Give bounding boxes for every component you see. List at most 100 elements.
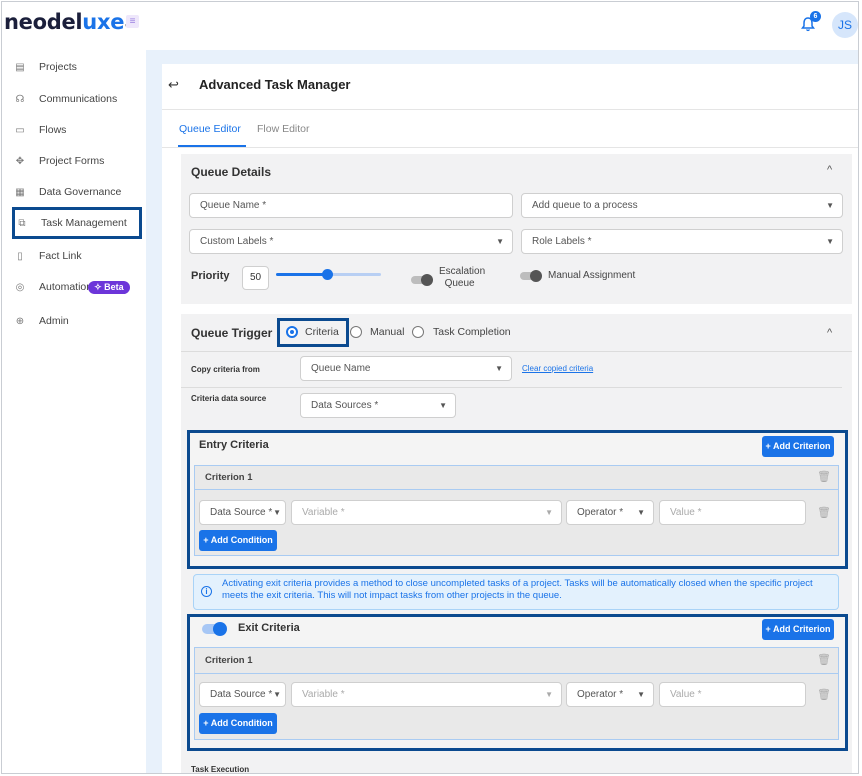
priority-label: Priority [191,270,230,282]
criteria-data-source-label: Criteria data source [191,394,267,403]
condition-value-input[interactable]: Value * [659,682,806,707]
page-title: Advanced Task Manager [199,77,351,92]
add-criterion-button[interactable]: + Add Criterion [762,436,834,457]
tab-queue-editor[interactable]: Queue Editor [179,123,241,135]
trash-icon[interactable]: 🗑 [817,470,831,483]
dropdown-arrow-icon: ▼ [545,690,553,699]
clear-copied-criteria-link[interactable]: Clear copied criteria [522,364,593,373]
exit-criteria-title: Exit Criteria [238,622,300,634]
sidebar-item-project-forms[interactable]: ✥ Project Forms [14,151,105,171]
copy-criteria-placeholder: Queue Name [311,363,371,374]
criterion-header: Criterion 1 [194,465,839,490]
add-criterion-button[interactable]: + Add Criterion [762,619,834,640]
condition-variable-select[interactable]: Variable * ▼ [291,682,562,707]
variable-placeholder: Variable * [302,507,345,518]
condition-value-input[interactable]: Value * [659,500,806,525]
sidebar-item-admin[interactable]: ⊕ Admin [14,311,69,331]
dropdown-arrow-icon: ▼ [273,508,281,517]
divider [162,109,858,110]
dropdown-arrow-icon: ▼ [495,364,503,373]
criterion-title: Criterion 1 [205,655,253,666]
priority-slider-thumb[interactable] [322,269,333,280]
app-window: neodeluxe™ ≡ 6 JS ▤ Projects ☊ Communica… [1,1,859,774]
queue-name-input[interactable]: Queue Name * [189,193,513,218]
sidebar-item-projects[interactable]: ▤ Projects [14,57,77,77]
data-source-placeholder: Data Source * [210,689,273,700]
logo-accent-text: uxe [82,10,125,34]
condition-operator-select[interactable]: Operator * ▼ [566,682,654,707]
chevron-up-icon[interactable]: ^ [827,327,832,339]
condition-data-source-select[interactable]: Data Source * ▼ [199,500,286,525]
add-condition-button[interactable]: + Add Condition [199,713,277,734]
task-execution-label: Task Execution [191,765,250,774]
dropdown-arrow-icon: ▼ [496,237,504,246]
custom-labels-select[interactable]: Custom Labels * ▼ [189,229,513,254]
logo-text: neodel [4,10,83,34]
radio-task-completion-label: Task Completion [433,326,511,338]
condition-data-source-select[interactable]: Data Source * ▼ [199,682,286,707]
dropdown-arrow-icon: ▼ [637,508,645,517]
avatar[interactable]: JS [832,12,858,38]
toggle-knob [213,622,227,636]
trash-icon[interactable]: 🗑 [817,653,831,666]
trash-icon[interactable]: 🗑 [817,688,831,701]
sidebar-item-fact-link[interactable]: ▯ Fact Link [14,246,82,266]
trash-icon[interactable]: 🗑 [817,506,831,519]
process-select[interactable]: Add queue to a process ▼ [521,193,843,218]
exit-criteria-toggle[interactable] [202,622,227,636]
clipboard-icon: ▤ [15,61,25,73]
data-source-select[interactable]: Data Sources * ▼ [300,393,456,418]
value-placeholder: Value * [670,689,702,700]
sidebar-item-communications[interactable]: ☊ Communications [14,89,118,109]
divider [162,147,858,148]
sidebar-item-label: Communications [39,93,118,105]
sidebar-item-label: Fact Link [39,250,82,262]
chevron-up-icon[interactable]: ^ [827,164,832,176]
dropdown-arrow-icon: ▼ [545,508,553,517]
notification-badge: 6 [810,11,821,22]
priority-slider-fill [276,273,328,276]
priority-value-input[interactable]: 50 [242,266,269,290]
info-icon: i [201,586,212,597]
top-bar: neodeluxe™ ≡ 6 JS [2,2,858,44]
tab-flow-editor[interactable]: Flow Editor [257,123,310,135]
priority-slider-track[interactable] [328,273,381,276]
add-condition-button[interactable]: + Add Condition [199,530,277,551]
operator-placeholder: Operator * [577,689,624,700]
sidebar-item-label: Task Management [41,217,127,229]
criterion-header: Criterion 1 [194,647,839,674]
back-arrow-icon[interactable]: ↩ [168,77,179,93]
operator-placeholder: Operator * [577,507,624,518]
radio-criteria-label: Criteria [305,326,339,338]
sidebar-item-automation[interactable]: ◎ Automation ✧ Beta [14,277,130,297]
escalation-queue-toggle[interactable] [411,274,433,286]
radio-task-completion[interactable] [412,326,424,338]
forms-icon: ✥ [15,155,25,167]
role-labels-select[interactable]: Role Labels * ▼ [521,229,843,254]
radio-criteria[interactable] [286,326,298,338]
info-message-text: Activating exit criteria provides a meth… [222,578,813,601]
logo: neodeluxe™ [4,10,130,34]
queue-details-title: Queue Details [191,165,272,179]
condition-variable-select[interactable]: Variable * ▼ [291,500,562,525]
grid-icon: ▦ [15,186,25,198]
queue-trigger-title: Queue Trigger [191,326,273,340]
chat-icon: ☊ [15,93,25,105]
dropdown-arrow-icon: ▼ [439,401,447,410]
copy-criteria-select[interactable]: Queue Name ▼ [300,356,512,381]
sidebar-item-data-governance[interactable]: ▦ Data Governance [14,182,121,202]
entry-criteria-title: Entry Criteria [199,439,269,451]
menu-icon[interactable]: ≡ [126,15,139,28]
manual-assignment-toggle[interactable] [520,270,542,282]
task-icon: ⧉ [18,217,26,229]
beta-badge-label: Beta [104,281,124,292]
sidebar-item-label: Flows [39,124,67,136]
condition-operator-select[interactable]: Operator * ▼ [566,500,654,525]
radio-manual[interactable] [350,326,362,338]
dropdown-arrow-icon: ▼ [826,237,834,246]
sidebar-item-flows[interactable]: ▭ Flows [14,120,66,140]
toggle-knob [530,270,542,282]
sidebar: ▤ Projects ☊ Communications ▭ Flows ✥ Pr… [2,44,142,773]
radio-manual-label: Manual [370,326,405,338]
sidebar-item-task-management[interactable]: ⧉ Task Management [12,207,142,239]
